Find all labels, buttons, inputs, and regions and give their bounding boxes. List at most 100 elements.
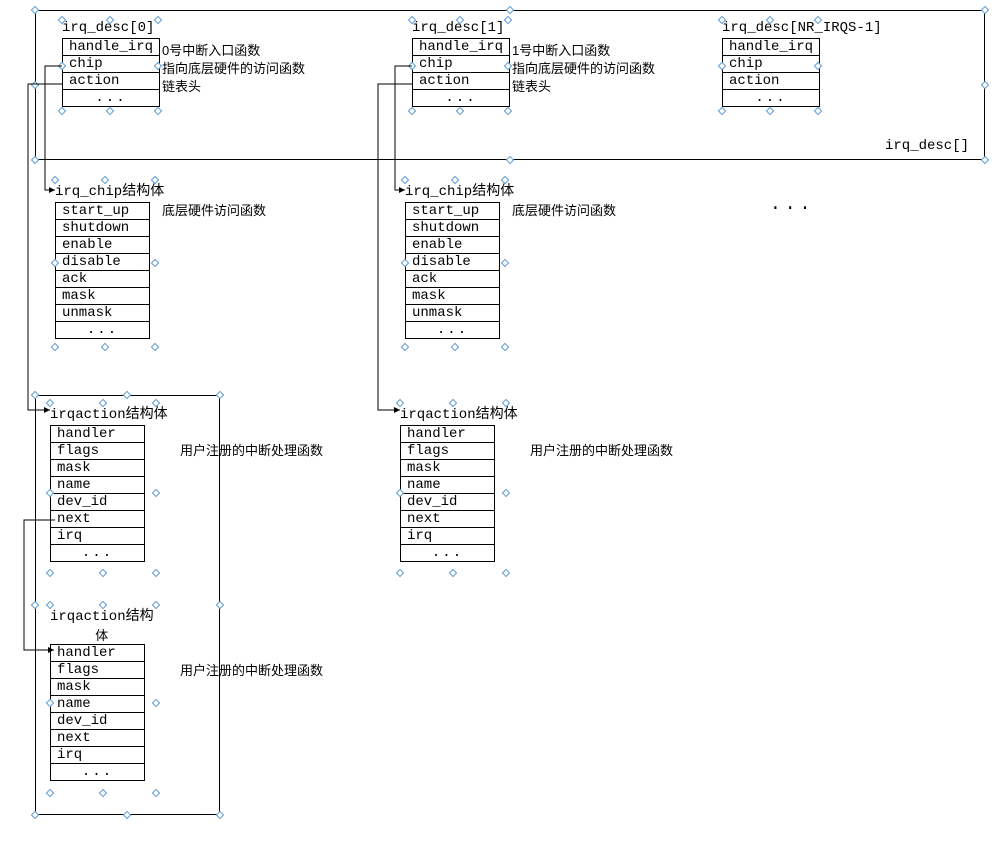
struct-irq-chip-0: irq_chip结构体 start_up shutdown enable dis… xyxy=(55,180,164,339)
row: shutdown xyxy=(406,220,500,237)
row: irq xyxy=(51,528,145,545)
row-dots: ... xyxy=(56,322,150,339)
row: name xyxy=(51,477,145,494)
struct-title: irq_chip结构体 xyxy=(55,180,164,200)
annot: 指向底层硬件的访问函数 xyxy=(512,58,655,77)
row: unmask xyxy=(56,305,150,322)
row: mask xyxy=(51,460,145,477)
row-dots: ... xyxy=(723,90,820,107)
row: handler xyxy=(51,645,145,662)
struct-title: irq_desc[NR_IRQS-1] xyxy=(722,20,882,36)
row: handler xyxy=(401,426,495,443)
array-label: irq_desc[] xyxy=(885,138,969,154)
title-suffix: 结构体 xyxy=(122,182,164,198)
row: unmask xyxy=(406,305,500,322)
row-dots: ... xyxy=(401,545,495,562)
annot: 链表头 xyxy=(162,76,201,95)
struct-table: start_up shutdown enable disable ack mas… xyxy=(405,202,500,339)
row: chip xyxy=(63,56,160,73)
ellipsis: ... xyxy=(770,195,814,215)
struct-table: handle_irq chip action ... xyxy=(62,38,160,107)
row: enable xyxy=(56,237,150,254)
row: handle_irq xyxy=(723,39,820,56)
row: dev_id xyxy=(51,713,145,730)
row: action xyxy=(723,73,820,90)
annot: 底层硬件访问函数 xyxy=(162,200,266,219)
selection-handle xyxy=(449,569,457,577)
row: handle_irq xyxy=(413,39,510,56)
row: action xyxy=(63,73,160,90)
struct-irq-chip-1: irq_chip结构体 start_up shutdown enable dis… xyxy=(405,180,514,339)
row: name xyxy=(401,477,495,494)
row: flags xyxy=(51,443,145,460)
title-prefix: irqaction xyxy=(50,407,126,423)
struct-table: handle_irq chip action ... xyxy=(412,38,510,107)
row: mask xyxy=(56,288,150,305)
row: chip xyxy=(723,56,820,73)
annot: 底层硬件访问函数 xyxy=(512,200,616,219)
row: irq xyxy=(401,528,495,545)
row: flags xyxy=(401,443,495,460)
struct-table: handle_irq chip action ... xyxy=(722,38,820,107)
row: handler xyxy=(51,426,145,443)
row: start_up xyxy=(406,203,500,220)
struct-table: handler flags mask name dev_id next irq … xyxy=(400,425,495,562)
selection-handle xyxy=(451,343,459,351)
struct-irqaction-0b: irqaction结构 体 handler flags mask name de… xyxy=(50,605,154,781)
row: flags xyxy=(51,662,145,679)
row: next xyxy=(51,511,145,528)
row: mask xyxy=(406,288,500,305)
row: handle_irq xyxy=(63,39,160,56)
row-dots: ... xyxy=(51,545,145,562)
struct-title: irq_chip结构体 xyxy=(405,180,514,200)
selection-handle xyxy=(396,569,404,577)
title-suffix: 结构 xyxy=(126,607,154,623)
title-body-char: 体 xyxy=(50,625,154,644)
row: ack xyxy=(56,271,150,288)
struct-title: irqaction结构体 xyxy=(50,403,168,423)
annot: 用户注册的中断处理函数 xyxy=(530,440,673,459)
annot: 用户注册的中断处理函数 xyxy=(180,440,323,459)
struct-irqaction-1: irqaction结构体 handler flags mask name dev… xyxy=(400,403,518,562)
title-suffix: 结构体 xyxy=(472,182,514,198)
struct-table: start_up shutdown enable disable ack mas… xyxy=(55,202,150,339)
selection-handle xyxy=(216,811,224,819)
struct-table: handler flags mask name dev_id next irq … xyxy=(50,644,145,781)
title-suffix: 结构体 xyxy=(476,405,518,421)
struct-irqaction-0a: irqaction结构体 handler flags mask name dev… xyxy=(50,403,168,562)
row-dots: ... xyxy=(413,90,510,107)
row: next xyxy=(51,730,145,747)
struct-irq-desc-last: irq_desc[NR_IRQS-1] handle_irq chip acti… xyxy=(722,20,882,107)
annot: 0号中断入口函数 xyxy=(162,40,260,59)
selection-handle xyxy=(51,343,59,351)
row: enable xyxy=(406,237,500,254)
row: start_up xyxy=(56,203,150,220)
struct-table: handler flags mask name dev_id next irq … xyxy=(50,425,145,562)
title-prefix: irqaction xyxy=(50,609,126,625)
row: disable xyxy=(406,254,500,271)
annot: 1号中断入口函数 xyxy=(512,40,610,59)
row: shutdown xyxy=(56,220,150,237)
row: mask xyxy=(401,460,495,477)
title-prefix: irq_chip xyxy=(55,184,122,200)
title-prefix: irq_chip xyxy=(405,184,472,200)
row: action xyxy=(413,73,510,90)
row-dots: ... xyxy=(51,764,145,781)
selection-handle xyxy=(101,343,109,351)
row: ack xyxy=(406,271,500,288)
selection-handle xyxy=(502,569,510,577)
row: name xyxy=(51,696,145,713)
selection-handle xyxy=(401,343,409,351)
title-suffix: 结构体 xyxy=(126,405,168,421)
struct-irq-desc-0: irq_desc[0] handle_irq chip action ... xyxy=(62,20,160,107)
selection-handle xyxy=(981,156,989,164)
row: disable xyxy=(56,254,150,271)
selection-handle xyxy=(501,343,509,351)
row: next xyxy=(401,511,495,528)
struct-irq-desc-1: irq_desc[1] handle_irq chip action ... xyxy=(412,20,510,107)
row: chip xyxy=(413,56,510,73)
row: dev_id xyxy=(401,494,495,511)
row: mask xyxy=(51,679,145,696)
row-dots: ... xyxy=(63,90,160,107)
row-dots: ... xyxy=(406,322,500,339)
